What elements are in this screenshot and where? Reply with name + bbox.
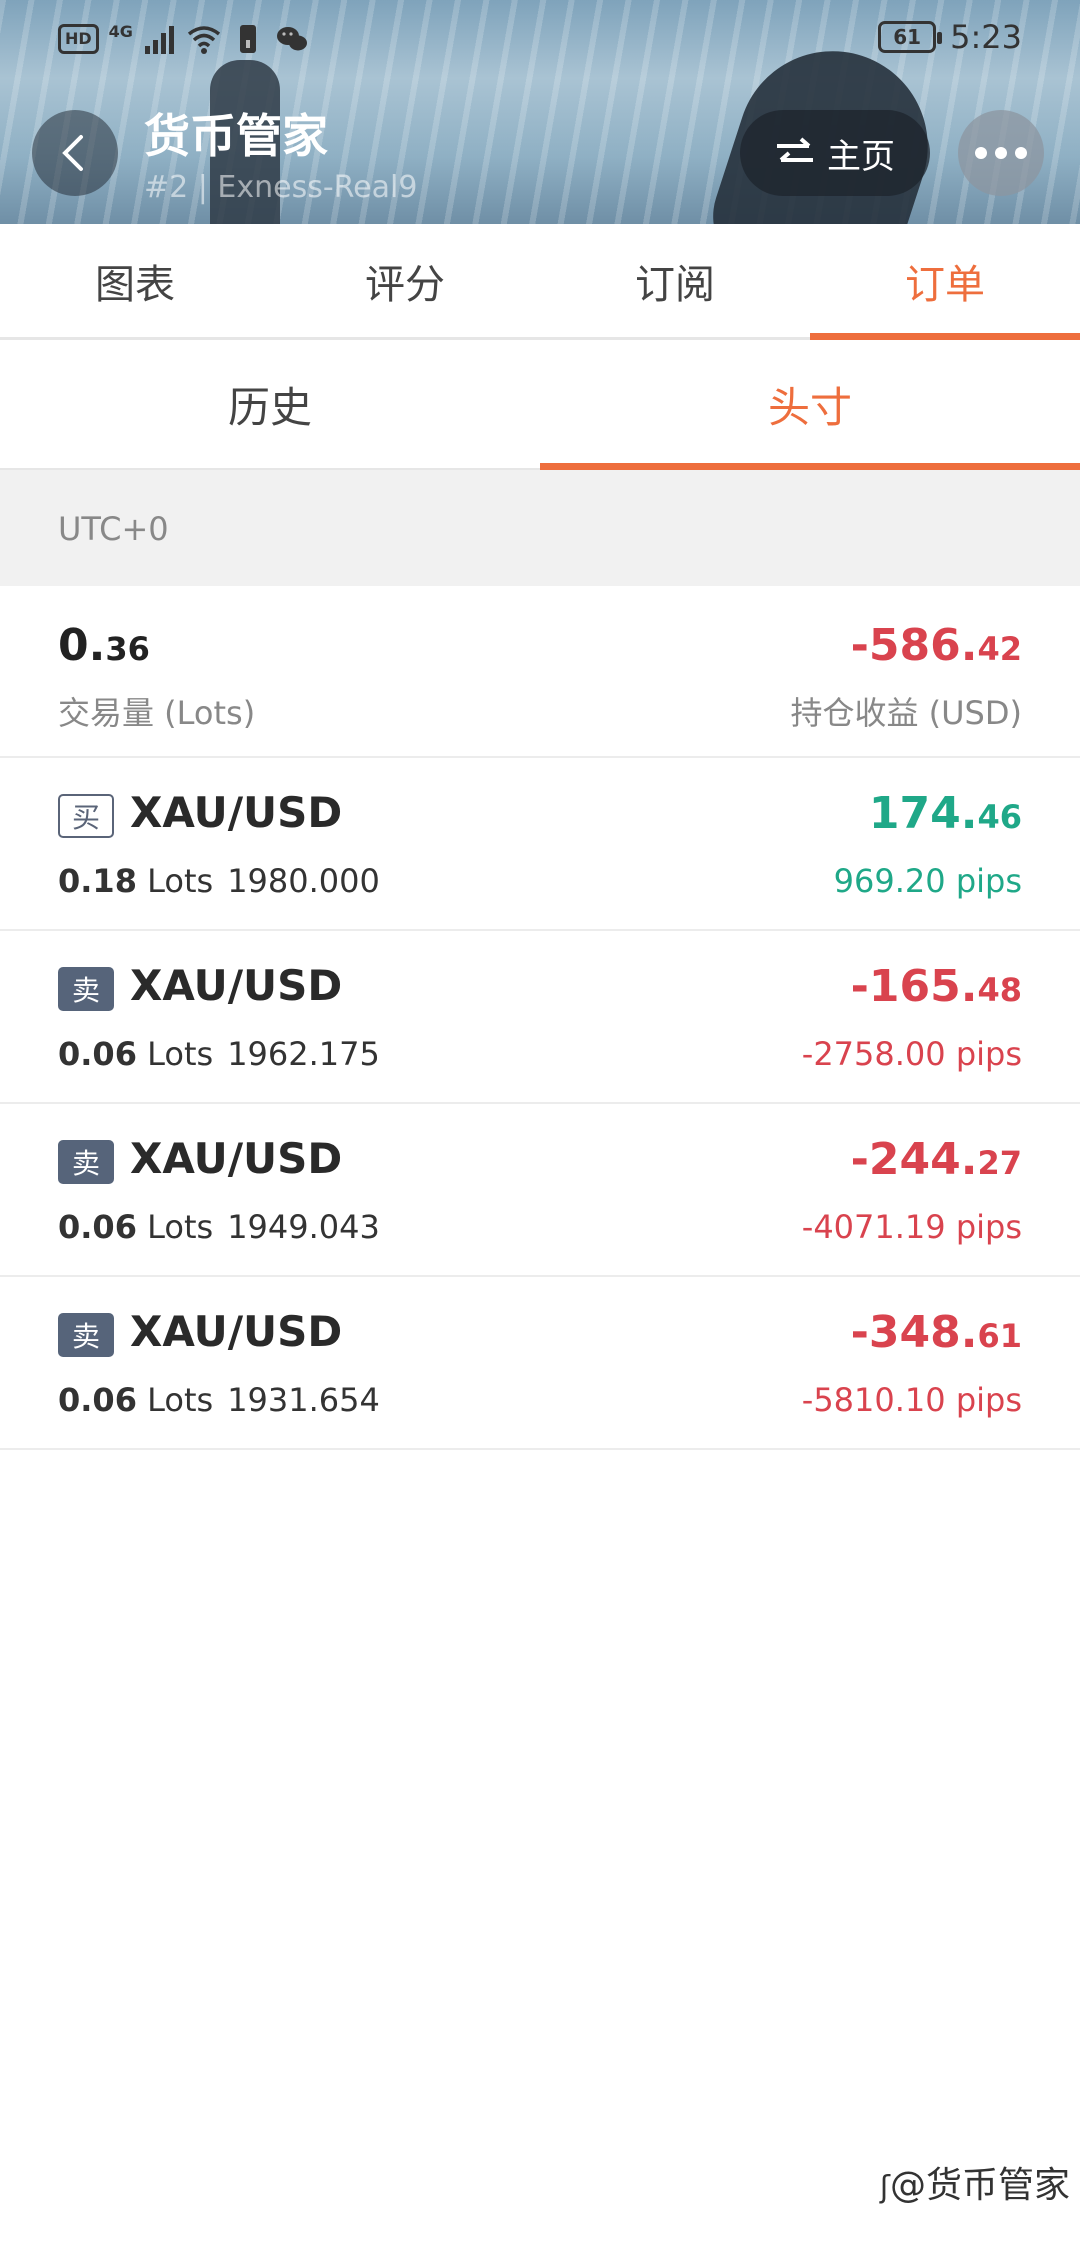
total-pnl-int: -586. [850, 620, 978, 671]
tab-orders[interactable]: 订单 [810, 224, 1080, 340]
more-dot [1015, 147, 1027, 159]
buy-badge: 买 [58, 794, 114, 838]
app-header: HD 4G 61 5:23 货币管家 #2 | Exness-Real9 主页 [0, 0, 1080, 224]
battery-indicator: 61 [878, 21, 943, 53]
total-volume: 0.36 [58, 620, 150, 671]
position-pnl: -244.27 [851, 1134, 1022, 1185]
timezone-label: UTC+0 [58, 510, 169, 548]
position-lots-unit: Lots [147, 1381, 214, 1419]
total-pnl: -586.42 [851, 620, 1022, 671]
total-pnl-dec: 42 [977, 630, 1022, 668]
position-symbol: XAU/USD [130, 788, 343, 837]
position-meta: 0.06 Lots 1949.043 [58, 1208, 380, 1246]
positions-list: 买 XAU/USD 0.18 Lots 1980.000 174.46 969.… [0, 758, 1080, 1450]
watermark: ʃ@货币管家 [880, 2156, 1070, 2208]
more-dot [995, 147, 1007, 159]
sell-badge: 卖 [58, 1140, 114, 1184]
position-pnl-int: -165. [850, 961, 978, 1012]
sell-badge: 卖 [58, 967, 114, 1011]
tab-subscribe[interactable]: 订阅 [540, 224, 810, 337]
tab-rating[interactable]: 评分 [270, 224, 540, 337]
position-row[interactable]: 卖 XAU/USD 0.06 Lots 1962.175 -165.48 -27… [0, 931, 1080, 1104]
total-pnl-label: 持仓收益 (USD) [790, 694, 1022, 732]
position-row[interactable]: 卖 XAU/USD 0.06 Lots 1949.043 -244.27 -40… [0, 1104, 1080, 1277]
position-lots-unit: Lots [147, 1035, 214, 1073]
status-bar-right: 61 5:23 [878, 18, 1022, 56]
position-pnl: -165.48 [851, 961, 1022, 1012]
total-volume-int: 0. [58, 620, 106, 671]
position-pnl-int: -348. [850, 1307, 978, 1358]
position-pips: -5810.10 pips [801, 1381, 1022, 1419]
main-tabs: 图表 评分 订阅 订单 [0, 224, 1080, 340]
sub-tabs: 历史 头寸 [0, 340, 1080, 470]
position-open-price: 1931.654 [227, 1381, 380, 1419]
home-button[interactable]: 主页 [740, 110, 930, 196]
position-pips: 969.20 pips [833, 862, 1022, 900]
position-open-price: 1949.043 [227, 1208, 380, 1246]
position-lots-value: 0.06 [58, 1381, 137, 1419]
position-pnl: 174.46 [869, 788, 1022, 839]
position-pnl-dec: 46 [977, 798, 1022, 836]
position-symbol: XAU/USD [130, 961, 343, 1010]
position-pnl-dec: 48 [977, 971, 1022, 1009]
more-dots-icon [975, 147, 987, 159]
position-lots-value: 0.06 [58, 1208, 137, 1246]
wechat-icon [276, 27, 307, 51]
subtab-history[interactable]: 历史 [0, 340, 540, 468]
position-row[interactable]: 买 XAU/USD 0.18 Lots 1980.000 174.46 969.… [0, 758, 1080, 931]
position-row[interactable]: 卖 XAU/USD 0.06 Lots 1931.654 -348.61 -58… [0, 1277, 1080, 1450]
signal-icon [144, 26, 174, 54]
chevron-left-icon [62, 135, 83, 171]
position-lots: 0.06 Lots [58, 1208, 213, 1246]
sim-icon [239, 25, 256, 53]
position-lots: 0.06 Lots [58, 1035, 213, 1073]
network-type: 4G [108, 22, 133, 41]
position-open-price: 1962.175 [227, 1035, 380, 1073]
position-meta: 0.06 Lots 1931.654 [58, 1381, 380, 1419]
status-bar: HD 4G 61 5:23 [0, 0, 1080, 80]
back-button[interactable] [32, 110, 118, 196]
sell-badge: 卖 [58, 1313, 114, 1357]
clock: 5:23 [950, 18, 1022, 56]
tab-chart[interactable]: 图表 [0, 224, 270, 337]
position-meta: 0.06 Lots 1962.175 [58, 1035, 380, 1073]
position-symbol: XAU/USD [130, 1307, 343, 1356]
position-lots-value: 0.18 [58, 862, 137, 900]
watermark-text: @货币管家 [889, 2165, 1070, 2206]
home-button-label: 主页 [827, 136, 895, 177]
position-pnl: -348.61 [851, 1307, 1022, 1358]
timezone-bar: UTC+0 [0, 470, 1080, 586]
status-bar-left: HD 4G [58, 22, 309, 56]
weibo-icon: ʃ [879, 2170, 890, 2205]
position-pnl-int: 174. [868, 788, 978, 839]
swap-icon [777, 137, 813, 162]
position-pips: -2758.00 pips [801, 1035, 1022, 1073]
position-lots-unit: Lots [147, 1208, 214, 1246]
position-pnl-dec: 61 [977, 1317, 1022, 1355]
total-volume-label: 交易量 (Lots) [58, 694, 256, 732]
total-volume-dec: 36 [105, 630, 150, 668]
page-title: 货币管家 [144, 109, 328, 163]
position-open-price: 1980.000 [227, 862, 380, 900]
more-options-button[interactable] [958, 110, 1044, 196]
position-lots: 0.18 Lots [58, 862, 213, 900]
subtab-positions[interactable]: 头寸 [540, 340, 1080, 470]
position-lots-value: 0.06 [58, 1035, 137, 1073]
hd-indicator: HD [58, 24, 99, 54]
position-symbol: XAU/USD [130, 1134, 343, 1183]
position-pnl-int: -244. [850, 1134, 978, 1185]
account-subtitle: #2 | Exness-Real9 [144, 170, 418, 205]
position-pips: -4071.19 pips [801, 1208, 1022, 1246]
position-meta: 0.18 Lots 1980.000 [58, 862, 380, 900]
position-pnl-dec: 27 [977, 1144, 1022, 1182]
wifi-icon [187, 26, 221, 54]
position-lots-unit: Lots [147, 862, 214, 900]
position-lots: 0.06 Lots [58, 1381, 213, 1419]
positions-summary: 0.36 交易量 (Lots) -586.42 持仓收益 (USD) [0, 586, 1080, 758]
